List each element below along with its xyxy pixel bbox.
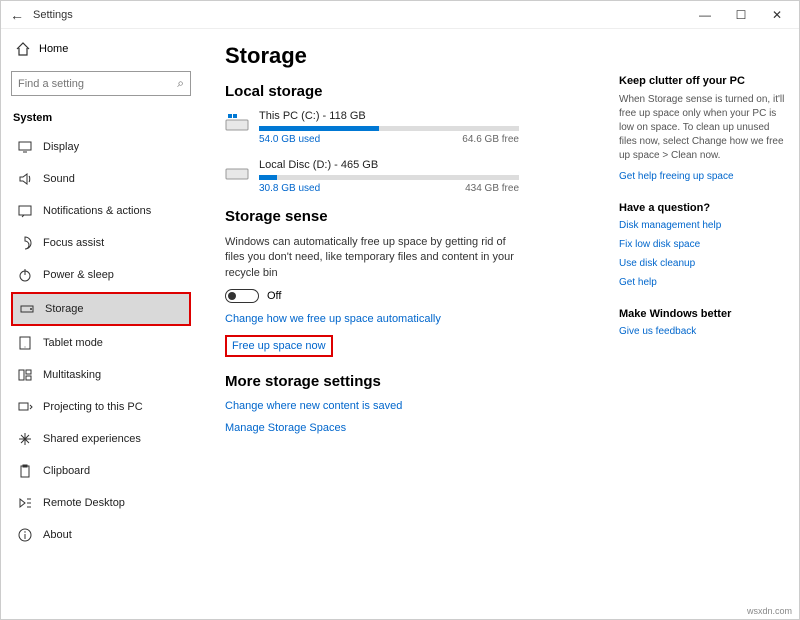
drive-d[interactable]: Local Disc (D:) - 465 GB 30.8 GB used 43… [225,159,599,194]
tablet-icon [17,335,33,351]
more-settings-heading: More storage settings [225,373,599,390]
drive-name: Local Disc (D:) - 465 GB [259,159,599,171]
search-box[interactable]: ⌕ [11,71,191,96]
power-icon [17,267,33,283]
link-storage-spaces[interactable]: Manage Storage Spaces [225,422,599,434]
help-heading-question: Have a question? [619,202,787,214]
help-panel: Keep clutter off your PC When Storage se… [619,29,799,619]
display-icon [17,139,33,155]
sidebar-item-tablet[interactable]: Tablet mode [11,328,191,358]
storage-icon [19,301,35,317]
about-icon [17,527,33,543]
drive-free: 434 GB free [465,183,519,194]
notifications-icon [17,203,33,219]
drive-name: This PC (C:) - 118 GB [259,110,599,122]
main-panel: Storage Local storage This PC (C:) - 118… [201,29,619,619]
remote-icon [17,495,33,511]
window-title: Settings [33,9,687,21]
home-label: Home [39,43,68,55]
home-icon [15,41,31,57]
multitasking-icon [17,367,33,383]
link-disk-cleanup[interactable]: Use disk cleanup [619,258,787,269]
drive-icon [225,161,249,185]
drive-icon [225,112,249,136]
sidebar-item-clipboard[interactable]: Clipboard [11,456,191,486]
sidebar-item-label: Shared experiences [43,433,141,445]
sidebar-item-label: Focus assist [43,237,104,249]
titlebar: ← Settings — ☐ ✕ [1,1,799,29]
link-get-help[interactable]: Get help [619,277,787,288]
sidebar-item-about[interactable]: About [11,520,191,550]
storage-sense-toggle[interactable] [225,289,259,303]
link-feedback[interactable]: Give us feedback [619,326,787,337]
sidebar-item-focus[interactable]: Focus assist [11,228,191,258]
sidebar-item-power[interactable]: Power & sleep [11,260,191,290]
sidebar-item-label: Multitasking [43,369,101,381]
usage-bar [259,175,519,180]
search-input[interactable] [18,78,177,90]
sidebar-item-label: Remote Desktop [43,497,125,509]
link-fix-low-disk[interactable]: Fix low disk space [619,239,787,250]
search-icon: ⌕ [177,76,184,91]
link-help-freeing[interactable]: Get help freeing up space [619,171,787,182]
projecting-icon [17,399,33,415]
drive-c[interactable]: This PC (C:) - 118 GB 54.0 GB used 64.6 … [225,110,599,145]
maximize-button[interactable]: ☐ [723,1,759,29]
local-storage-heading: Local storage [225,83,599,100]
sidebar: Home ⌕ System Display Sound Notification… [1,29,201,619]
sidebar-item-notifications[interactable]: Notifications & actions [11,196,191,226]
section-label: System [13,112,191,124]
sidebar-item-label: Projecting to this PC [43,401,143,413]
page-title: Storage [225,43,599,69]
sidebar-item-multitasking[interactable]: Multitasking [11,360,191,390]
sidebar-item-display[interactable]: Display [11,132,191,162]
sidebar-item-label: Notifications & actions [43,205,151,217]
storage-sense-heading: Storage sense [225,208,599,225]
sidebar-item-label: About [43,529,72,541]
sidebar-item-projecting[interactable]: Projecting to this PC [11,392,191,422]
shared-icon [17,431,33,447]
sidebar-item-label: Display [43,141,79,153]
sidebar-item-label: Power & sleep [43,269,114,281]
link-free-up-now[interactable]: Free up space now [232,340,326,352]
usage-bar [259,126,519,131]
sidebar-item-remote[interactable]: Remote Desktop [11,488,191,518]
toggle-label: Off [267,290,281,302]
sidebar-item-label: Clipboard [43,465,90,477]
help-heading-feedback: Make Windows better [619,308,787,320]
link-change-free-up[interactable]: Change how we free up space automaticall… [225,313,599,325]
sidebar-item-label: Storage [45,303,84,315]
sidebar-item-storage[interactable]: Storage [11,292,191,326]
drive-free: 64.6 GB free [462,134,519,145]
sidebar-item-sound[interactable]: Sound [11,164,191,194]
help-heading-clutter: Keep clutter off your PC [619,75,787,87]
sidebar-item-label: Tablet mode [43,337,103,349]
link-disk-management[interactable]: Disk management help [619,220,787,231]
drive-used: 54.0 GB used [259,134,320,145]
drive-used: 30.8 GB used [259,183,320,194]
back-button[interactable]: ← [5,7,29,23]
sidebar-item-shared[interactable]: Shared experiences [11,424,191,454]
close-button[interactable]: ✕ [759,1,795,29]
minimize-button[interactable]: — [687,1,723,29]
sidebar-item-label: Sound [43,173,75,185]
focus-icon [17,235,33,251]
home-nav[interactable]: Home [11,35,191,63]
storage-sense-desc: Windows can automatically free up space … [225,235,525,281]
clipboard-icon [17,463,33,479]
watermark: wsxdn.com [747,606,792,616]
sound-icon [17,171,33,187]
help-text-clutter: When Storage sense is turned on, it'll f… [619,93,787,163]
link-new-content[interactable]: Change where new content is saved [225,400,599,412]
